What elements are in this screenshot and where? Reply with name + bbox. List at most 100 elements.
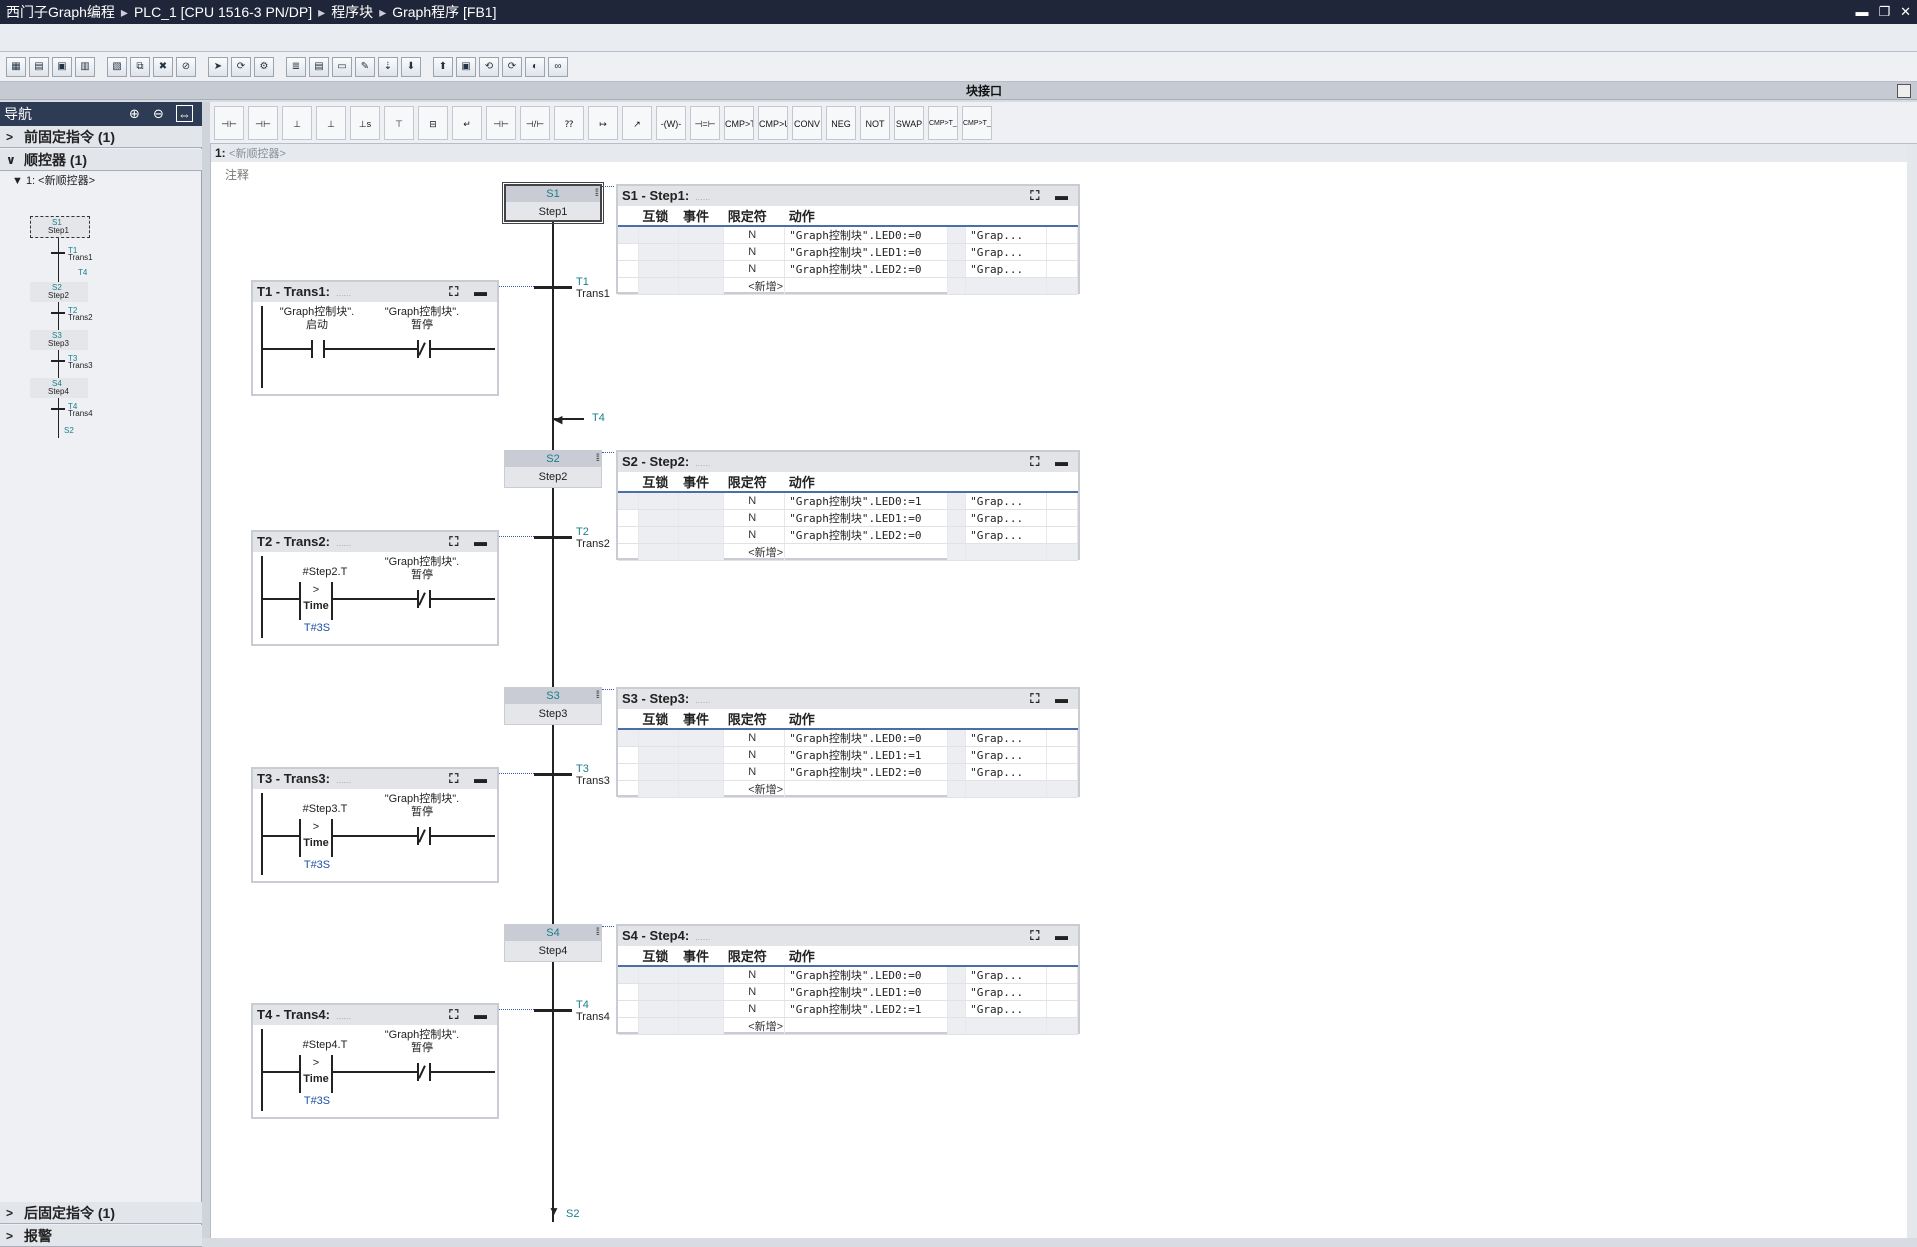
action-cell[interactable]: "Graph控制块".LED0:=0 <box>784 966 948 984</box>
nav-row-sequencer[interactable]: ∨ 顺控器 (1) <box>0 149 202 171</box>
event-cell[interactable] <box>678 526 725 544</box>
insert-icon[interactable]: ⇣ <box>378 56 398 77</box>
title-comment[interactable]: ...... <box>695 932 710 942</box>
transition-bar-t2[interactable] <box>534 536 572 539</box>
qualifier-cell[interactable]: N <box>723 983 786 1001</box>
view-icon[interactable]: ◐ <box>525 56 545 77</box>
prev-icon[interactable]: ⟲ <box>479 56 499 77</box>
row-handle[interactable] <box>618 509 639 527</box>
qualifier-cell[interactable]: N <box>723 492 786 510</box>
action-ref-cell[interactable]: "Grap... <box>965 260 1048 278</box>
event-cell[interactable] <box>678 983 725 1001</box>
row-handle[interactable] <box>618 226 639 244</box>
qualifier-cell[interactable]: N <box>723 1000 786 1018</box>
event-cell[interactable] <box>678 226 725 244</box>
panel-toggle-icon[interactable] <box>1897 84 1911 98</box>
panel-controls-icon[interactable]: ⛶ ▬ <box>449 532 493 552</box>
pane-splitter[interactable] <box>202 102 210 1238</box>
transition-bar-t1[interactable] <box>534 286 572 289</box>
step-s4[interactable]: S4 Step4 ⁞⁞⁞ <box>504 924 602 962</box>
block-icon[interactable]: ▥ <box>75 56 95 77</box>
nc-contact[interactable] <box>417 1063 431 1081</box>
interlock-cell[interactable] <box>638 260 680 278</box>
add-action-cell[interactable]: <新增> <box>723 780 786 798</box>
event-cell[interactable] <box>678 260 725 278</box>
mark-icon[interactable]: ▣ <box>456 56 476 77</box>
action-row[interactable]: N "Graph控制块".LED2:=0 "Grap... <box>618 526 1078 544</box>
action-add-row[interactable]: <新增> <box>618 780 1078 798</box>
step-s2[interactable]: S2 Step2 ⁞⁞⁞ <box>504 450 602 488</box>
panel-controls-icon[interactable]: ⛶ ▬ <box>1030 452 1074 472</box>
interlock-cell[interactable] <box>638 1000 680 1018</box>
breadcrumb-blocks[interactable]: 程序块 <box>331 4 373 20</box>
action-row[interactable]: N "Graph控制块".LED0:=0 "Grap... <box>618 729 1078 747</box>
nav-row-pre-permanent[interactable]: > 前固定指令 (1) <box>0 126 202 148</box>
compare-box[interactable]: > Time <box>299 1055 333 1093</box>
action-ref-cell[interactable]: "Grap... <box>965 983 1048 1001</box>
action-row[interactable]: N "Graph控制块".LED0:=0 "Grap... <box>618 226 1078 244</box>
list2-icon[interactable]: ≣ <box>286 56 306 77</box>
block-interface-bar[interactable]: 块接口 <box>0 82 1917 100</box>
instr-button-3[interactable]: ⊥ <box>316 105 346 140</box>
step-s3[interactable]: S3 Step3 ⁞⁞⁞ <box>504 687 602 725</box>
action-ref-cell[interactable]: "Grap... <box>965 526 1048 544</box>
row-handle[interactable] <box>618 243 639 261</box>
nc-contact[interactable] <box>417 590 431 608</box>
compare-box[interactable]: > Time <box>299 582 333 620</box>
interlock-cell[interactable] <box>638 763 680 781</box>
event-cell[interactable] <box>678 746 725 764</box>
action-row[interactable]: N "Graph控制块".LED2:=0 "Grap... <box>618 763 1078 781</box>
panel-controls-icon[interactable]: ⛶ ▬ <box>449 769 493 789</box>
row-handle[interactable] <box>618 763 639 781</box>
grid-handle-icon[interactable]: ⁞⁞⁞ <box>596 690 601 701</box>
restore-button[interactable]: ❐ <box>1878 0 1890 24</box>
action-cell[interactable]: "Graph控制块".LED1:=0 <box>784 509 948 527</box>
instr-button-21[interactable]: CMP>T_MAX <box>928 105 958 140</box>
monitor-icon[interactable]: ▧ <box>107 56 127 77</box>
action-ref-cell[interactable]: "Grap... <box>965 226 1048 244</box>
compare-box[interactable]: > Time <box>299 819 333 857</box>
instr-button-11[interactable]: ↦ <box>588 105 618 140</box>
add-action-cell[interactable]: <新增> <box>723 277 786 295</box>
action-row[interactable]: N "Graph控制块".LED1:=0 "Grap... <box>618 243 1078 261</box>
action-cell[interactable]: "Graph控制块".LED2:=0 <box>784 763 948 781</box>
add-action-cell[interactable]: <新增> <box>723 1017 786 1035</box>
action-add-row[interactable]: <新增> <box>618 543 1078 561</box>
panel-controls-icon[interactable]: ⛶ ▬ <box>1030 186 1074 206</box>
panel-controls-icon[interactable]: ⛶ ▬ <box>449 282 493 302</box>
qualifier-cell[interactable]: N <box>723 260 786 278</box>
event-cell[interactable] <box>678 966 725 984</box>
nav-row-alarms[interactable]: > 报警 <box>0 1225 202 1247</box>
interlock-cell[interactable] <box>638 746 680 764</box>
action-ref-cell[interactable]: "Grap... <box>965 966 1048 984</box>
breadcrumb-plc[interactable]: PLC_1 [CPU 1516-3 PN/DP] <box>134 4 312 20</box>
action-cell[interactable]: "Graph控制块".LED1:=1 <box>784 746 948 764</box>
no-contact[interactable] <box>311 340 325 358</box>
qualifier-cell[interactable]: N <box>723 729 786 747</box>
vertical-scrollbar[interactable] <box>1907 144 1917 1238</box>
panel-icon[interactable]: ▭ <box>332 56 352 77</box>
action-ref-cell[interactable]: "Grap... <box>965 243 1048 261</box>
instr-button-13[interactable]: -(W)- <box>656 105 686 140</box>
breadcrumb-fb1[interactable]: Graph程序 [FB1] <box>392 4 496 20</box>
action-ref-cell[interactable]: "Grap... <box>965 1000 1048 1018</box>
action-ref-cell[interactable]: "Grap... <box>965 509 1048 527</box>
upload-icon[interactable]: ⬆ <box>433 56 453 77</box>
action-row[interactable]: N "Graph控制块".LED2:=0 "Grap... <box>618 260 1078 278</box>
instr-button-22[interactable]: CMP>T_WARN <box>962 105 992 140</box>
interlock-cell[interactable] <box>638 526 680 544</box>
breadcrumb-project[interactable]: 西门子Graph编程 <box>6 4 115 20</box>
row-handle[interactable] <box>618 1000 639 1018</box>
action-row[interactable]: N "Graph控制块".LED1:=1 "Grap... <box>618 746 1078 764</box>
add-action-cell[interactable]: <新增> <box>723 543 786 561</box>
action-cell[interactable]: "Graph控制块".LED1:=0 <box>784 983 948 1001</box>
instr-button-5[interactable]: ⊤ <box>384 105 414 140</box>
action-cell[interactable]: "Graph控制块".LED1:=0 <box>784 243 948 261</box>
panel-controls-icon[interactable]: ⛶ ▬ <box>1030 689 1074 709</box>
action-cell[interactable]: "Graph控制块".LED0:=0 <box>784 729 948 747</box>
panel-controls-icon[interactable]: ⛶ ▬ <box>1030 926 1074 946</box>
qualifier-cell[interactable]: N <box>723 526 786 544</box>
title-comment[interactable]: ...... <box>336 775 351 785</box>
row-handle[interactable] <box>618 983 639 1001</box>
instr-button-17[interactable]: CONV <box>792 105 822 140</box>
